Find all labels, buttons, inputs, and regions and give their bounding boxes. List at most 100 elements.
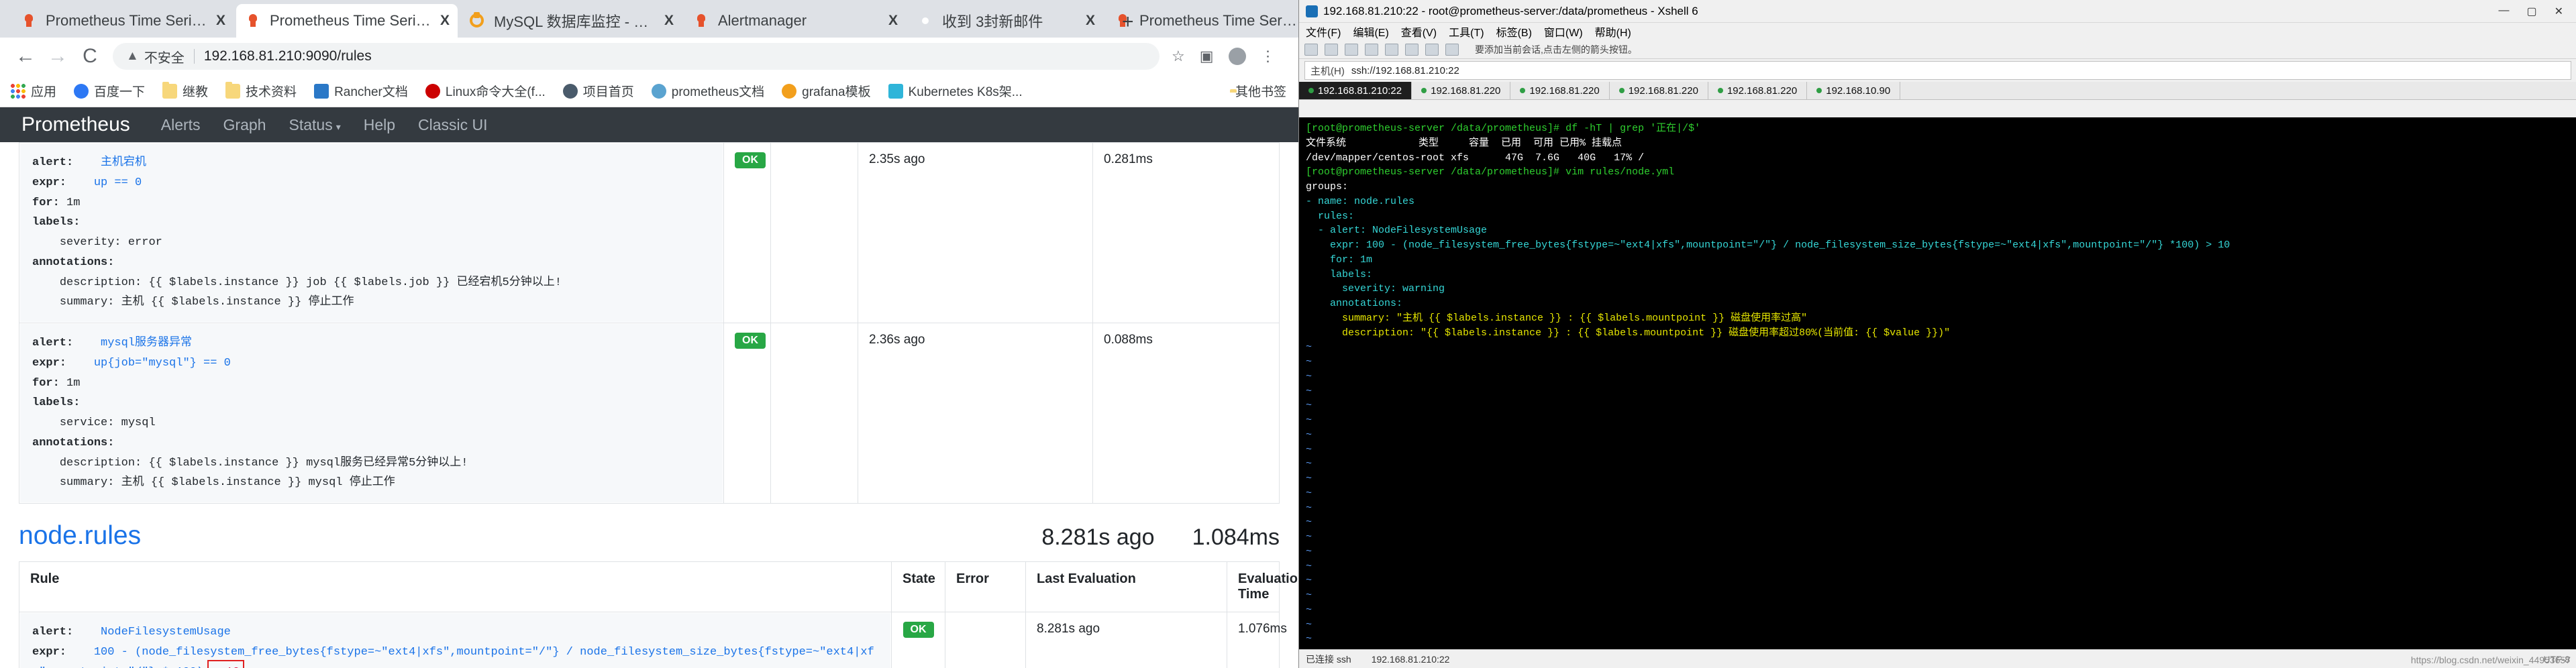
session-tab[interactable]: 192.168.10.90 — [1807, 82, 1901, 99]
back-button[interactable]: ← — [9, 45, 42, 68]
rule-annotation-description: description: {{ $labels.instance }} job … — [59, 276, 562, 289]
status-badge: OK — [735, 152, 766, 168]
rule-evaluation-time-cell: 1.076ms — [1227, 612, 1287, 668]
terminal-line: [root@prometheus-server /data/prometheus… — [1306, 123, 1701, 134]
nav-alerts[interactable]: Alerts — [161, 116, 201, 134]
rule-group-name[interactable]: node.rules — [19, 521, 141, 551]
rule-alert-name: NodeFilesystemUsage — [101, 626, 231, 638]
new-session-icon[interactable] — [1304, 43, 1318, 56]
settings-icon[interactable] — [1445, 43, 1459, 56]
xshell-address-bar[interactable]: 主机(H) ssh://192.168.81.210:22 — [1304, 61, 2571, 80]
tab-close-icon[interactable]: X — [440, 13, 450, 29]
transfer-icon[interactable] — [1425, 43, 1439, 56]
profile-avatar-icon[interactable] — [1228, 48, 1246, 65]
nav-help[interactable]: Help — [364, 116, 395, 134]
rule-yaml: alert: NodeFilesystemUsage expr: 100 - (… — [20, 613, 890, 668]
prometheus-icon — [244, 12, 262, 30]
paste-icon[interactable] — [1385, 43, 1398, 56]
prometheus-brand[interactable]: Prometheus — [21, 113, 130, 136]
browser-tab[interactable]: Prometheus Time Series C X — [12, 4, 234, 38]
browser-tab[interactable]: MySQL 数据库监控 - Grafa X — [460, 4, 682, 38]
terminal-line: 文件系统 类型 容量 已用 可用 已用% 挂载点 — [1306, 137, 1622, 149]
terminal-line: ~ — [1306, 473, 1312, 484]
open-session-icon[interactable] — [1325, 43, 1338, 56]
bookmark-label: 应用 — [31, 85, 57, 99]
extensions-icon[interactable]: ▣ — [1200, 48, 1214, 65]
menu-tools[interactable]: 工具(T) — [1449, 23, 1484, 40]
bookmark-linux[interactable]: Linux命令大全(f... — [425, 82, 546, 100]
xshell-status-bar: 已连接 ssh 192.168.81.210:22 UTF-8 — [1299, 649, 2576, 668]
connected-dot-icon — [1520, 88, 1526, 93]
terminal-output[interactable]: [root@prometheus-server /data/prometheus… — [1299, 117, 2576, 649]
forward-button[interactable]: → — [42, 45, 74, 68]
terminal-line: ~ — [1306, 341, 1312, 353]
menu-help[interactable]: 帮助(H) — [1595, 23, 1631, 40]
rule-state-cell: OK — [723, 142, 771, 323]
session-tab[interactable]: 192.168.81.220 — [1708, 82, 1808, 99]
menu-tabs[interactable]: 标签(B) — [1496, 23, 1532, 40]
rule-last-evaluation-cell: 8.281s ago — [1025, 612, 1227, 668]
browser-tab[interactable]: Alertmanager X — [684, 4, 906, 38]
terminal-line: ~ — [1306, 604, 1312, 616]
browser-tab-title: 收到 3封新邮件 — [942, 13, 1043, 30]
connected-dot-icon — [1717, 88, 1723, 93]
menu-window[interactable]: 窗口(W) — [1544, 23, 1583, 40]
bookmark-star-icon[interactable]: ☆ — [1172, 48, 1185, 65]
menu-view[interactable]: 查看(V) — [1401, 23, 1437, 40]
new-tab-button[interactable]: + — [1122, 11, 1134, 34]
address-bar[interactable]: ▲ 不安全 192.168.81.210 :9090 /rules — [113, 43, 1160, 70]
browser-toolbar: ← → C ▲ 不安全 192.168.81.210 :9090 /rules … — [0, 38, 1298, 75]
grafana-icon — [782, 83, 797, 99]
status-badge: OK — [735, 333, 766, 349]
col-state: State — [891, 561, 945, 612]
tab-close-icon[interactable]: X — [664, 13, 674, 29]
folder-icon — [225, 81, 241, 99]
chrome-menu-icon[interactable]: ⋮ — [1261, 48, 1276, 65]
rule-error-cell — [770, 142, 858, 323]
bookmark-grafana-templates[interactable]: grafana模板 — [782, 82, 871, 100]
rule-for: 1m — [66, 376, 81, 390]
nav-graph[interactable]: Graph — [223, 116, 266, 134]
browser-tab[interactable]: Prometheus Time Series C X — [236, 4, 458, 38]
bookmark-baidu[interactable]: 百度一下 — [74, 82, 145, 100]
other-bookmarks-button[interactable]: 其他书签 — [1229, 82, 1286, 100]
tab-close-icon[interactable]: X — [888, 13, 898, 29]
session-tab[interactable]: 192.168.81.220 — [1510, 82, 1610, 99]
bookmark-project-home[interactable]: 项目首页 — [562, 82, 634, 100]
disconnect-icon[interactable] — [1345, 43, 1358, 56]
nav-status[interactable]: Status ▾ — [289, 116, 340, 134]
bookmark-folder-tech[interactable]: 技术资料 — [225, 81, 297, 100]
tab-close-icon[interactable]: X — [1086, 13, 1095, 29]
terminal-line: ~ — [1306, 443, 1312, 455]
session-tab[interactable]: 192.168.81.210:22 — [1299, 82, 1412, 99]
bookmark-k8s[interactable]: Kubernetes K8s架... — [888, 82, 1023, 100]
session-tab[interactable]: 192.168.81.220 — [1412, 82, 1511, 99]
terminal-line: ~ — [1306, 575, 1312, 587]
session-tab[interactable]: 192.168.81.220 — [1610, 82, 1708, 99]
menu-edit[interactable]: 编辑(E) — [1353, 23, 1388, 40]
terminal-line: ~ — [1306, 487, 1312, 499]
bookmark-prometheus-docs[interactable]: prometheus文档 — [651, 82, 764, 100]
session-tab-label: 192.168.10.90 — [1826, 85, 1891, 97]
tab-close-icon[interactable]: X — [216, 13, 225, 29]
bookmark-folder-jijiao[interactable]: 继教 — [162, 81, 208, 100]
minimize-button[interactable]: — — [2498, 5, 2509, 18]
reload-button[interactable]: C — [74, 45, 106, 68]
menu-file[interactable]: 文件(F) — [1306, 23, 1341, 40]
close-button[interactable]: ✕ — [2555, 5, 2563, 18]
rule-yaml-cell: alert: NodeFilesystemUsage expr: 100 - (… — [19, 612, 892, 668]
find-icon[interactable] — [1405, 43, 1419, 56]
bookmark-apps[interactable]: 应用 — [11, 82, 56, 100]
group-evaluation-time: 1.084ms — [1192, 524, 1280, 550]
browser-tab[interactable]: Prometheus Time Series C — [1106, 4, 1298, 38]
xshell-hint-text: 要添加当前会话,点击左侧的箭头按钮。 — [1475, 44, 1637, 55]
browser-tab[interactable]: 收到 3封新邮件 X — [909, 4, 1103, 38]
warning-triangle-icon: ▲ — [126, 49, 139, 63]
nav-classic-ui[interactable]: Classic UI — [418, 116, 488, 134]
terminal-line: ~ — [1306, 400, 1312, 412]
copy-icon[interactable] — [1365, 43, 1378, 56]
maximize-button[interactable]: ▢ — [2526, 5, 2536, 18]
bookmark-rancher[interactable]: Rancher文档 — [314, 82, 408, 100]
terminal-line: - alert: NodeFilesystemUsage — [1306, 225, 1488, 237]
rule-annotation-summary: summary: 主机 {{ $labels.instance }} 停止工作 — [59, 296, 354, 309]
